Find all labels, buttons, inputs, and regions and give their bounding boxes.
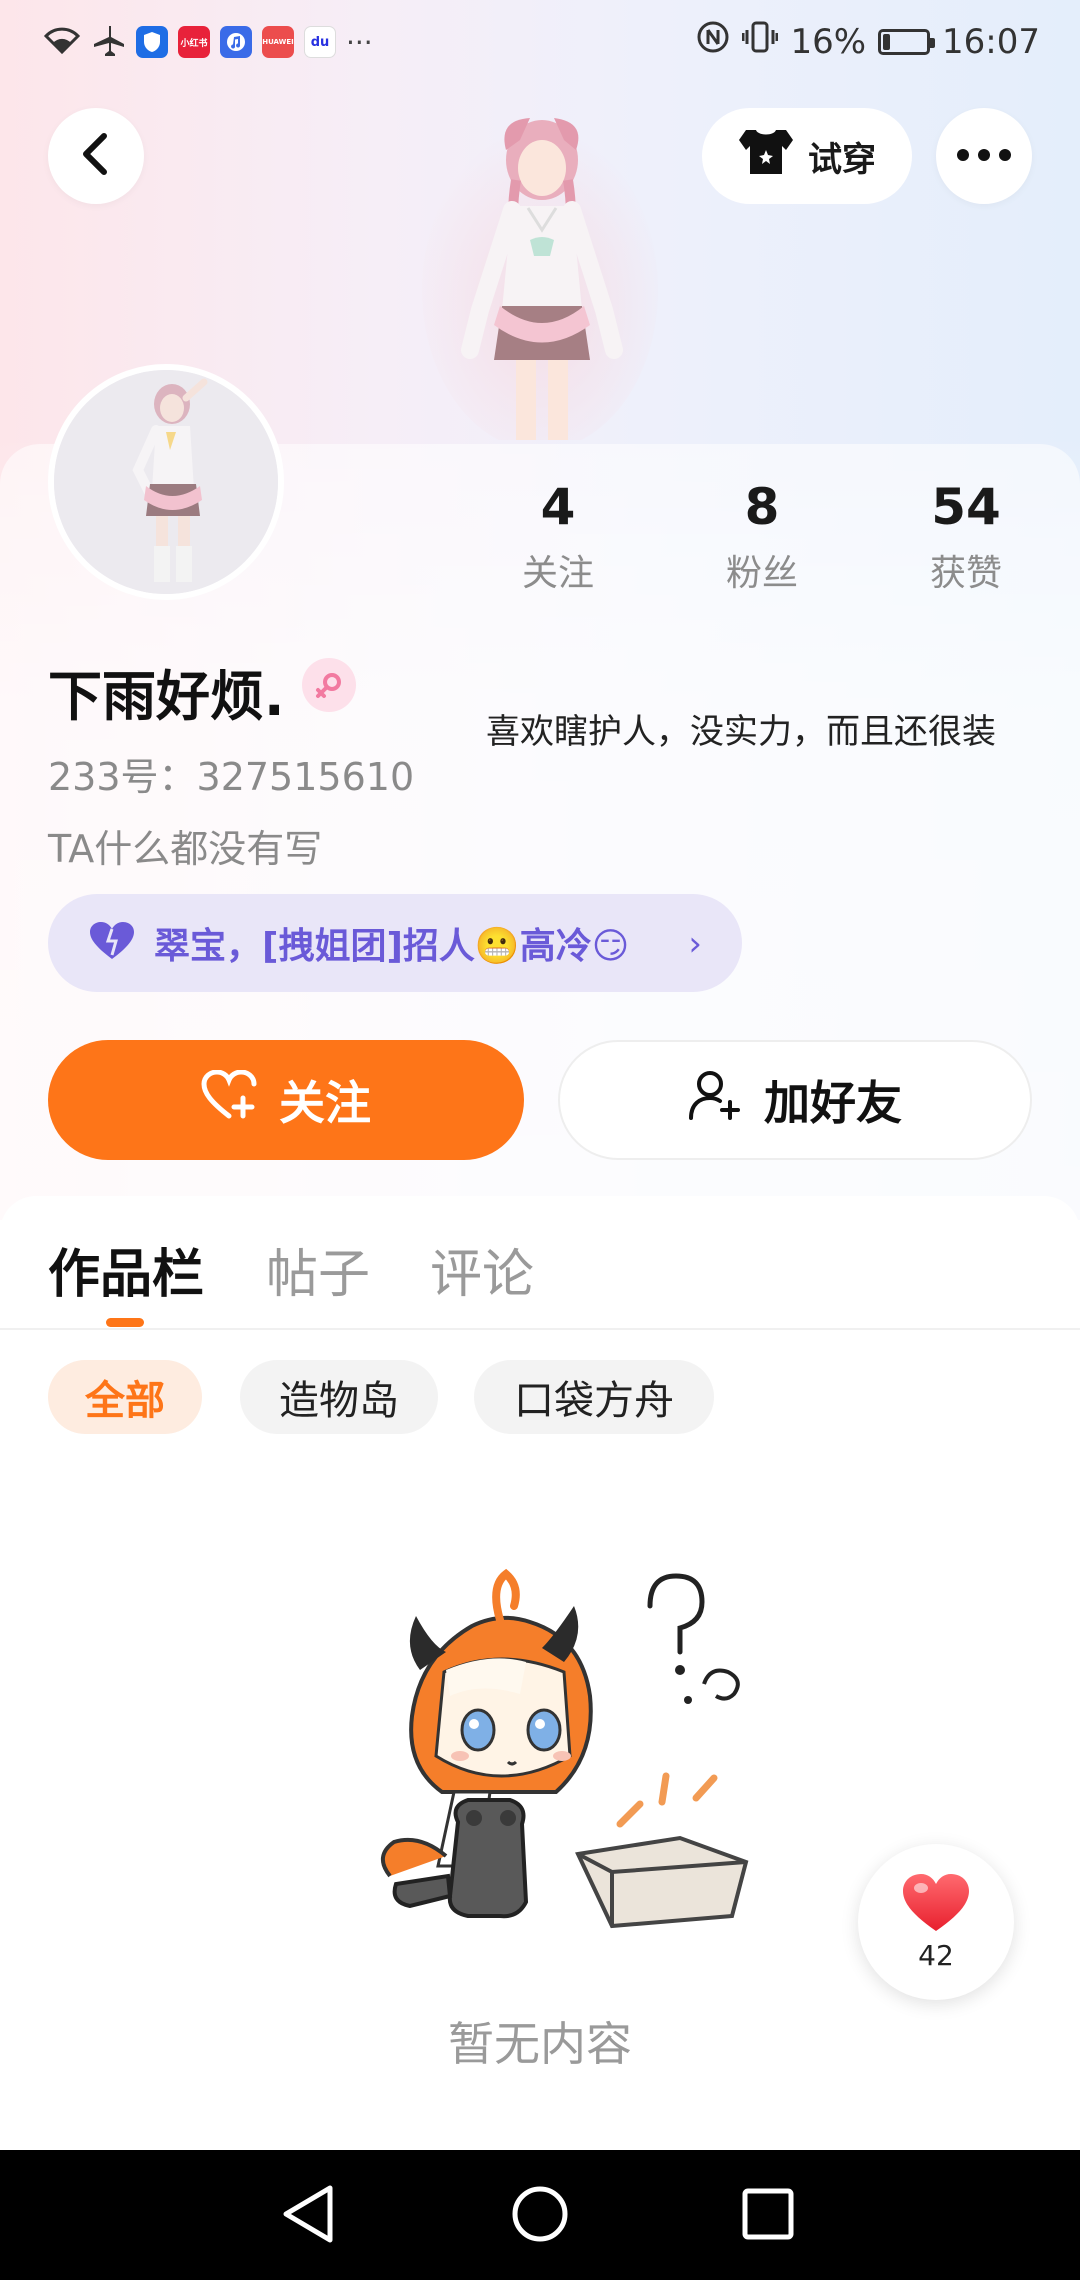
- group-badge[interactable]: 翠宝，[拽姐团]招人😬高冷😏 ›: [48, 894, 742, 992]
- stat-following[interactable]: 4 关注: [478, 472, 638, 596]
- empty-state-text: 暂无内容: [448, 2017, 632, 2071]
- battery-percent: 16%: [790, 21, 867, 62]
- add-friend-label: 加好友: [764, 1076, 902, 1130]
- nav-home-button[interactable]: [504, 2180, 576, 2252]
- xiaohongshu-app-icon: 小红书: [178, 26, 210, 58]
- airplane-mode-icon: [92, 24, 126, 60]
- purple-heart-icon: [88, 921, 136, 965]
- female-gender-icon: [302, 658, 356, 712]
- status-bar: 小红书 HUAWEI du ··· 16% 16:07: [0, 0, 1080, 92]
- like-button[interactable]: 42: [858, 1844, 1014, 2000]
- tshirt-icon: [738, 128, 794, 185]
- music-app-icon: [220, 26, 252, 58]
- try-on-label: 试穿: [808, 139, 876, 180]
- avatar[interactable]: [48, 364, 284, 600]
- try-on-button[interactable]: 试穿: [702, 108, 912, 204]
- user-id: 233号：327515610: [48, 755, 415, 799]
- content-panel: 作品栏 帖子 评论 全部 造物岛 口袋方舟 暂无内容: [0, 1196, 1080, 2150]
- chevron-left-icon: [78, 132, 114, 180]
- nav-recents-button[interactable]: [732, 2180, 804, 2252]
- back-button[interactable]: [48, 108, 144, 204]
- system-nav-bar: [0, 2150, 1080, 2280]
- filter-pocket-ark[interactable]: 口袋方舟: [474, 1360, 714, 1434]
- stat-likes-label: 获赞: [929, 553, 1002, 594]
- filter-all[interactable]: 全部: [48, 1360, 202, 1434]
- stat-followers[interactable]: 8 粉丝: [682, 472, 842, 596]
- security-app-icon: [136, 26, 168, 58]
- chevron-right-icon: ›: [688, 924, 702, 964]
- more-horizontal-icon: [956, 147, 1012, 166]
- tab-indicator: [106, 1318, 144, 1327]
- filter-creation-island[interactable]: 造物岛: [240, 1360, 438, 1434]
- stat-likes[interactable]: 54 获赞: [886, 472, 1046, 596]
- more-notifications: ···: [346, 25, 373, 59]
- square-recents-icon: [741, 2187, 795, 2245]
- triangle-back-icon: [280, 2184, 336, 2248]
- heart-plus-icon: [201, 1068, 257, 1131]
- avatar-3d-figure: [420, 110, 660, 450]
- heart-icon: [901, 1873, 971, 1937]
- follow-button[interactable]: 关注: [48, 1040, 524, 1160]
- wifi-icon: [42, 24, 82, 60]
- bio-text: TA什么都没有写: [48, 827, 323, 871]
- empty-state-illustration: [350, 1566, 770, 1966]
- huawei-app-icon: HUAWEI: [262, 26, 294, 58]
- baidu-app-icon: du: [304, 26, 336, 58]
- content-tabs: 作品栏 帖子 评论: [0, 1196, 1080, 1330]
- follow-label: 关注: [279, 1076, 371, 1130]
- stat-likes-value: 54: [931, 478, 1001, 536]
- tab-comments[interactable]: 评论: [430, 1232, 534, 1307]
- nfc-icon: [696, 20, 730, 63]
- circle-home-icon: [510, 2184, 570, 2248]
- tab-posts[interactable]: 帖子: [266, 1232, 370, 1307]
- group-badge-text: 翠宝，[拽姐团]招人😬高冷😏: [154, 926, 630, 967]
- nickname: 下雨好烦.: [48, 665, 285, 728]
- like-count: 42: [918, 1938, 954, 1972]
- tab-works[interactable]: 作品栏: [48, 1232, 204, 1307]
- stat-following-label: 关注: [521, 553, 594, 594]
- add-user-icon: [688, 1068, 742, 1133]
- clock: 16:07: [942, 21, 1040, 62]
- add-friend-button[interactable]: 加好友: [558, 1040, 1032, 1160]
- nav-back-button[interactable]: [272, 2180, 344, 2252]
- stat-following-value: 4: [540, 478, 576, 536]
- vibrate-icon: [741, 20, 779, 63]
- stat-followers-label: 粉丝: [725, 553, 798, 594]
- battery-icon: [878, 28, 936, 55]
- stat-followers-value: 8: [744, 478, 780, 536]
- more-options-button[interactable]: [936, 108, 1032, 204]
- signature-text: 喜欢瞎护人，没实力，而且还很装: [486, 712, 996, 752]
